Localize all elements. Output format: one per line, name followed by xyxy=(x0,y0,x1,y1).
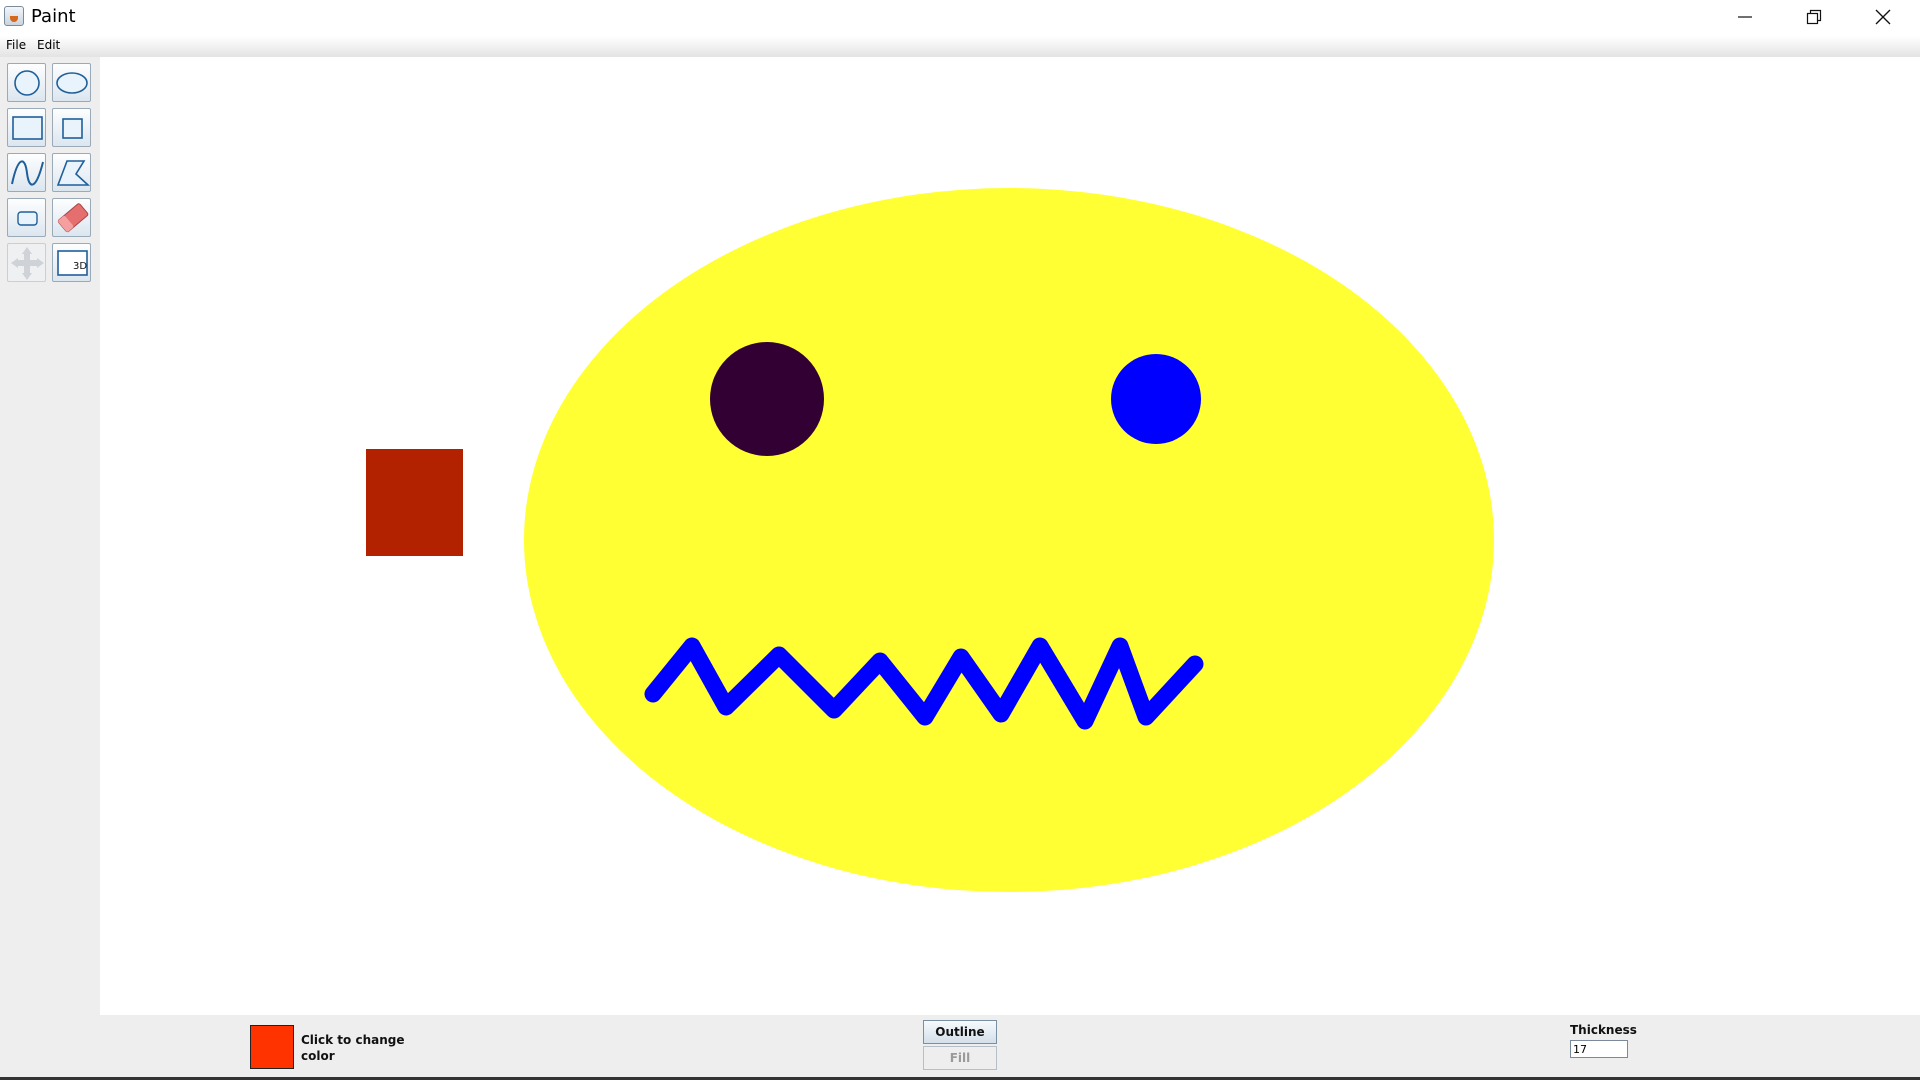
rounded-rectangle-tool-button[interactable] xyxy=(7,198,46,237)
restore-icon xyxy=(1806,9,1822,25)
canvas-drawing xyxy=(366,188,1494,892)
freehand-curve-tool-button[interactable] xyxy=(7,153,46,192)
move-arrows-icon xyxy=(11,247,44,280)
thickness-input[interactable] xyxy=(1570,1040,1628,1058)
tool-palette: 3D xyxy=(0,57,100,1015)
circle-tool-button[interactable] xyxy=(7,63,46,102)
color-change-label: Click to change color xyxy=(301,1033,405,1063)
close-button[interactable] xyxy=(1848,0,1918,34)
red-rectangle-shape xyxy=(366,449,463,556)
ellipse-icon xyxy=(56,72,88,94)
circle-icon xyxy=(14,70,40,96)
minimize-button[interactable] xyxy=(1710,0,1780,34)
rectangle-tool-button[interactable] xyxy=(7,108,46,147)
window-title: Paint xyxy=(31,6,76,27)
menu-bar: File Edit xyxy=(0,36,1920,57)
close-icon xyxy=(1875,9,1891,25)
blue-eye-circle xyxy=(1111,354,1201,444)
java-app-icon xyxy=(4,6,24,26)
minimize-icon xyxy=(1738,16,1752,18)
square-icon xyxy=(62,118,83,139)
current-color-swatch[interactable] xyxy=(250,1025,294,1069)
ellipse-tool-button[interactable] xyxy=(52,63,91,102)
restore-button[interactable] xyxy=(1779,0,1849,34)
fill-button[interactable]: Fill xyxy=(923,1046,997,1070)
rectangle-icon xyxy=(12,116,43,140)
curve-icon xyxy=(11,160,44,186)
menu-edit[interactable]: Edit xyxy=(37,38,60,52)
title-bar: Paint xyxy=(0,0,1920,36)
3d-rectangle-icon: 3D xyxy=(57,250,88,276)
options-panel: Click to change color Outline Fill Thick… xyxy=(0,1015,1920,1080)
thickness-label: Thickness xyxy=(1570,1023,1637,1037)
polygon-tool-button[interactable] xyxy=(52,153,91,192)
square-tool-button[interactable] xyxy=(52,108,91,147)
eraser-tool-button[interactable] xyxy=(52,198,91,237)
3d-rectangle-tool-button[interactable]: 3D xyxy=(52,243,91,282)
move-tool-button[interactable] xyxy=(7,243,46,282)
drawing-canvas[interactable] xyxy=(100,57,1920,1015)
dark-purple-eye-circle xyxy=(710,342,824,456)
rounded-rectangle-icon xyxy=(17,211,38,226)
yellow-face-ellipse xyxy=(524,188,1494,892)
menu-file[interactable]: File xyxy=(6,38,26,52)
outline-button[interactable]: Outline xyxy=(923,1020,997,1044)
3d-label: 3D xyxy=(73,261,87,272)
polygon-icon xyxy=(56,160,91,186)
eraser-icon xyxy=(57,203,89,233)
